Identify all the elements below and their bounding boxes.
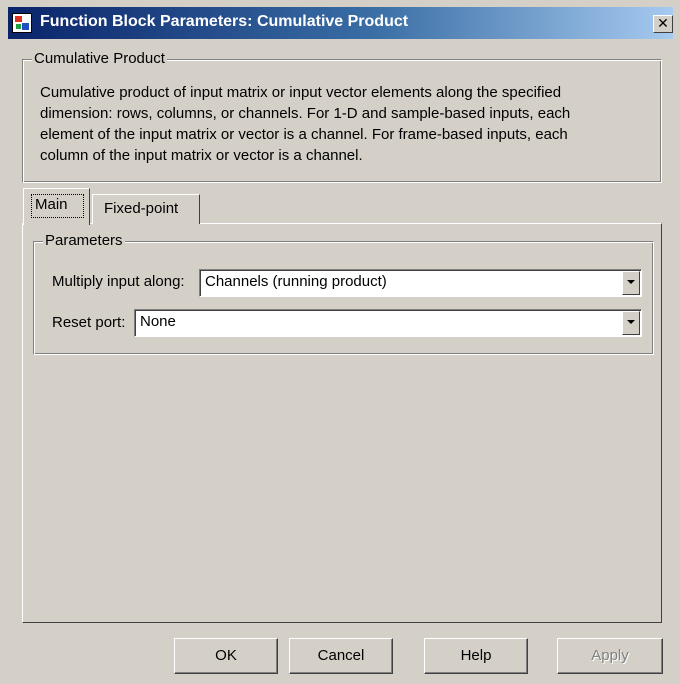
tab-fixed-point-label: Fixed-point (104, 200, 179, 217)
multiply-label: Multiply input along: (52, 273, 185, 290)
multiply-along-value: Channels (running product) (205, 273, 387, 290)
dialog-window: Function Block Parameters: Cumulative Pr… (0, 0, 680, 684)
cancel-button[interactable]: Cancel (289, 638, 393, 674)
ok-button[interactable]: OK (174, 638, 278, 674)
multiply-along-dropdown[interactable]: Channels (running product) (199, 269, 642, 297)
chevron-down-icon[interactable] (622, 311, 640, 335)
block-description: Cumulative product of input matrix or in… (40, 82, 640, 166)
description-line: column of the input matrix or vector is … (40, 147, 363, 164)
parameters-group-title: Parameters (43, 232, 125, 249)
description-line: Cumulative product of input matrix or in… (40, 84, 562, 101)
description-line: dimension: rows, columns, or channels. F… (40, 105, 571, 122)
description-line: element of the input matrix or vector is… (40, 126, 568, 143)
reset-port-value: None (140, 313, 176, 330)
title-bar[interactable]: Function Block Parameters: Cumulative Pr… (8, 7, 673, 39)
apply-button[interactable]: Apply (557, 638, 663, 674)
reset-port-label: Reset port: (52, 314, 126, 331)
description-group-title: Cumulative Product (32, 50, 167, 67)
help-button[interactable]: Help (424, 638, 528, 674)
window-title: Function Block Parameters: Cumulative Pr… (40, 13, 409, 30)
simulink-block-icon (12, 13, 32, 33)
reset-port-dropdown[interactable]: None (134, 309, 642, 337)
tab-main-label: Main (35, 196, 68, 213)
chevron-down-icon[interactable] (622, 271, 640, 295)
close-icon[interactable]: ✕ (653, 15, 673, 33)
tab-main[interactable]: Main (23, 188, 90, 225)
tab-fixed-point[interactable]: Fixed-point (92, 194, 200, 224)
